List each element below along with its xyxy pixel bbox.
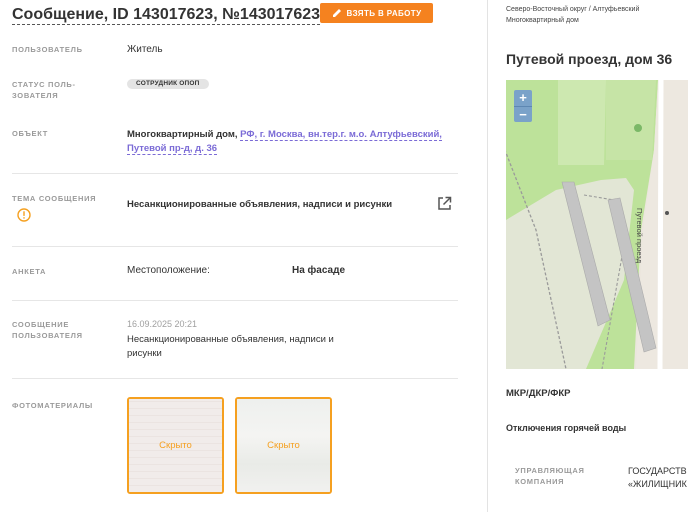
management-value-line1: ГОСУДАРСТВ [628,466,687,476]
divider [12,300,458,301]
user-message-label-line2: ПОЛЬЗОВАТЕЛЯ [12,331,83,340]
user-status-label-line2: ЗОВАТЕЛЯ [12,91,59,100]
user-status-label-line1: СТАТУС ПОЛЬ- [12,80,76,89]
pencil-icon [332,9,341,17]
object-label: ОБЪЕКТ [12,129,49,138]
object-address-link-line1[interactable]: РФ, г. Москва, вн.тер.г. м.о. Алтуфьевск… [240,129,442,141]
survey-field: Местоположение: [127,265,210,276]
object-type: Многоквартирный дом, [127,129,241,140]
warning-icon [17,208,31,222]
object-panel: Северо-Восточный округ / Алтуфьевский Мн… [506,0,688,512]
message-date: 16.09.2025 20:21 [127,319,198,329]
survey-value: На фасаде [292,265,346,276]
user-label: ПОЛЬЗОВАТЕЛЬ [12,45,83,54]
hot-water-section-title[interactable]: Отключения горячей воды [506,423,626,433]
topic-label: ТЕМА СООБЩЕНИЯ [12,194,97,203]
topic-value: Несанкционированные объявления, надписи … [127,199,393,210]
user-status-label: СТАТУС ПОЛЬ- ЗОВАТЕЛЯ [12,79,76,101]
message-header: Сообщение, ID 143017623, №143017623 [12,5,340,25]
message-text-line1: Несанкционированные объявления, надписи … [127,334,334,345]
map-street-label: Путевой проезд [635,208,644,264]
photos-label: ФОТОМАТЕРИАЛЫ [12,401,93,410]
divider [12,378,458,379]
map-canvas [506,80,688,369]
mkr-section-title[interactable]: МКР/ДКР/ФКР [506,388,570,399]
message-panel: Сообщение, ID 143017623, №143017623 ВЗЯТ… [0,0,470,512]
user-message-label: СООБЩЕНИЕ ПОЛЬЗОВАТЕЛЯ [12,319,83,341]
user-value: Житель [127,44,163,55]
page-title[interactable]: Сообщение, ID 143017623, №143017623 [12,6,321,25]
object-address-link-line2[interactable]: Путевой пр-д, д. 36 [127,143,218,155]
map-zoom-controls: + − [514,90,532,122]
object-value: Многоквартирный дом, РФ, г. Москва, вн.т… [127,128,447,156]
photo-thumbnail[interactable]: Скрыто [235,397,332,494]
status-badge: СОТРУДНИК ОПОП [127,79,209,89]
breadcrumb: Северо-Восточный округ / Алтуфьевский Мн… [506,4,639,26]
external-link-icon[interactable] [437,196,452,211]
divider [12,173,458,174]
management-label-line1: УПРАВЛЯЮЩАЯ [515,466,585,475]
object-title: Путевой проезд, дом 36 [506,51,673,67]
photo-thumbnail[interactable]: Скрыто [127,397,224,494]
management-company-value: ГОСУДАРСТВ «ЖИЛИЩНИК [628,465,687,491]
zoom-out-button[interactable]: − [514,106,532,122]
photo-hidden-label: Скрыто [159,440,192,451]
user-message-label-line1: СООБЩЕНИЕ [12,320,70,329]
message-text-line2: рисунки [127,348,162,359]
divider [12,246,458,247]
zoom-in-button[interactable]: + [514,90,532,106]
photo-hidden-label: Скрыто [267,440,300,451]
breadcrumb-line1[interactable]: Северо-Восточный округ / Алтуфьевский [506,4,639,15]
survey-label: АНКЕТА [12,267,47,276]
take-to-work-button[interactable]: ВЗЯТЬ В РАБОТУ [320,3,433,23]
breadcrumb-line2[interactable]: Многоквартирный дом [506,15,639,26]
management-label-line2: КОМПАНИЯ [515,477,565,486]
map[interactable]: + − Путевой проезд [506,80,688,369]
management-value-line2: «ЖИЛИЩНИК [628,479,687,489]
take-to-work-label: ВЗЯТЬ В РАБОТУ [346,8,422,18]
management-company-label: УПРАВЛЯЮЩАЯ КОМПАНИЯ [515,465,585,487]
panel-divider [487,0,488,512]
message-text: Несанкционированные объявления, надписи … [127,333,387,361]
